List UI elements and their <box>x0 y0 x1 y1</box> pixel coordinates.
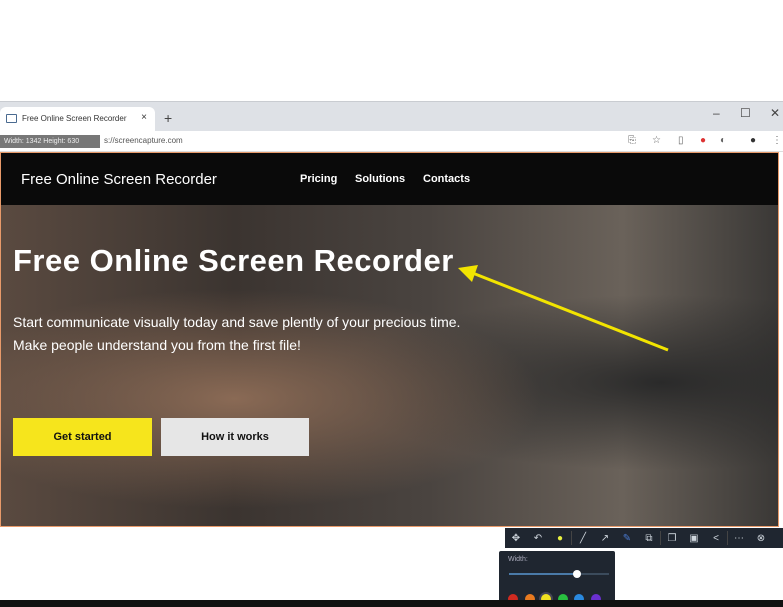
close-icon[interactable]: ⊗ <box>750 533 772 544</box>
copy-icon[interactable]: ❐ <box>661 533 683 544</box>
width-popup: Width: <box>499 551 615 607</box>
shape-icon[interactable]: ⧉ <box>638 533 660 544</box>
annotation-arrow <box>458 265 669 352</box>
taskbar <box>0 600 783 607</box>
line-icon[interactable]: ╱ <box>572 533 594 544</box>
more-icon[interactable]: ⋯ <box>728 533 750 544</box>
slider-thumb[interactable] <box>573 570 581 578</box>
save-icon[interactable]: ▣ <box>683 533 705 544</box>
marker-icon[interactable]: ✎ <box>616 533 638 544</box>
color-icon[interactable]: ● <box>549 533 571 544</box>
share-icon[interactable]: < <box>705 533 727 544</box>
width-slider[interactable] <box>509 570 609 578</box>
arrow-icon[interactable]: ↗ <box>594 533 616 544</box>
slider-fill <box>509 573 577 575</box>
annotation-toolbar: ✥ ↶ ● ╱ ↗ ✎ ⧉ ❐ ▣ < ⋯ ⊗ <box>505 528 783 548</box>
width-label: Width: <box>508 556 528 563</box>
move-icon[interactable]: ✥ <box>505 533 527 544</box>
undo-icon[interactable]: ↶ <box>527 533 549 544</box>
